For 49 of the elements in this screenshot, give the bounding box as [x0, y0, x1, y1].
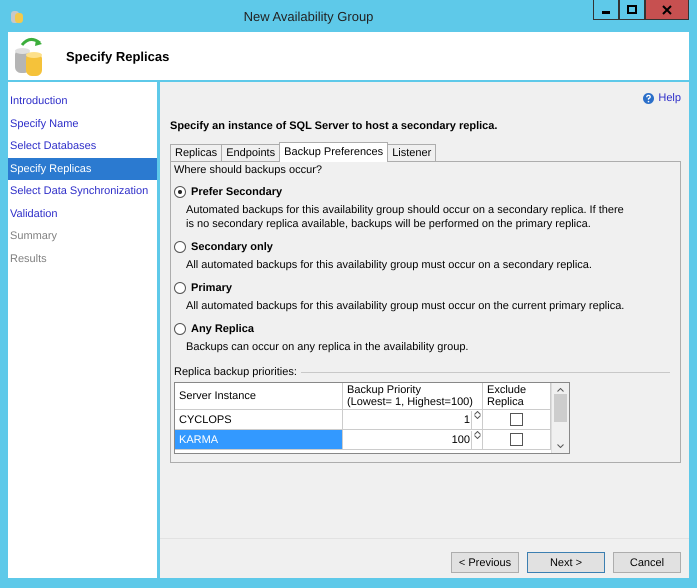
- spin-control[interactable]: [471, 430, 482, 448]
- radio-button[interactable]: [174, 323, 186, 335]
- option-label: Primary: [191, 282, 232, 294]
- option-label: Prefer Secondary: [191, 186, 282, 198]
- radio-button[interactable]: [174, 282, 186, 294]
- window-title: New Availability Group: [242, 8, 374, 24]
- option-label: Any Replica: [191, 323, 254, 335]
- table-cell: 100: [452, 434, 471, 446]
- wizard-button[interactable]: < Previous: [451, 552, 519, 573]
- option-description: Backups can occur on any replica in the availability group.: [186, 340, 470, 354]
- scrollbar[interactable]: [551, 383, 569, 453]
- option-description: All automated backups for this availability group must occur on the current primary replica.: [186, 299, 626, 313]
- maximize-button[interactable]: [619, 0, 645, 20]
- close-icon: [662, 4, 672, 14]
- page-title: Specify Replicas: [66, 48, 170, 64]
- maximize-icon: [627, 5, 637, 14]
- option-label: Secondary only: [191, 241, 273, 253]
- nav-item[interactable]: Specify Name: [8, 112, 157, 135]
- option-description: Automated backups for this availability group should occur on a secondary replica. If there is no secondary replica available, backups will be performed on the primary replica.: [186, 203, 625, 231]
- tab[interactable]: Listener: [387, 144, 436, 162]
- nav-item[interactable]: Introduction: [8, 90, 157, 112]
- option-description: All automated backups for this availability group must occur on a secondary replica.: [186, 258, 593, 272]
- help-link[interactable]: Help: [643, 88, 681, 108]
- minimize-button[interactable]: [593, 0, 619, 20]
- radio-button[interactable]: [174, 241, 186, 253]
- wizard-button[interactable]: Next >: [527, 552, 605, 573]
- help-icon: [643, 92, 654, 104]
- question-text: Where should backups occur?: [174, 164, 322, 176]
- group-label: Replica backup priorities:: [174, 366, 297, 378]
- scroll-up-icon[interactable]: [557, 388, 564, 392]
- wizard-button[interactable]: Cancel: [613, 552, 681, 573]
- checkbox[interactable]: [510, 433, 523, 446]
- nav-item[interactable]: Validation: [8, 202, 157, 225]
- app-icon: [10, 8, 24, 24]
- table-cell[interactable]: CYCLOPS: [175, 410, 343, 430]
- table-cell: 1: [464, 414, 471, 426]
- scroll-down-icon[interactable]: [557, 444, 564, 448]
- instruction-text: Specify an instance of SQL Server to host a secondary replica.: [170, 120, 498, 132]
- column-header: Backup Priority (Lowest= 1, Highest=100): [343, 383, 483, 410]
- nav-item[interactable]: Select Databases: [8, 135, 157, 158]
- help-label: Help: [658, 92, 681, 104]
- nav-item[interactable]: Select Data Synchronization: [8, 180, 157, 202]
- tab[interactable]: Replicas: [170, 144, 222, 162]
- tab[interactable]: Backup Preferences: [279, 142, 388, 162]
- checkbox[interactable]: [510, 413, 523, 426]
- spin-control[interactable]: [471, 410, 482, 428]
- nav-item[interactable]: Specify Replicas: [8, 158, 157, 180]
- close-button[interactable]: [645, 0, 689, 20]
- radio-button[interactable]: [174, 186, 186, 198]
